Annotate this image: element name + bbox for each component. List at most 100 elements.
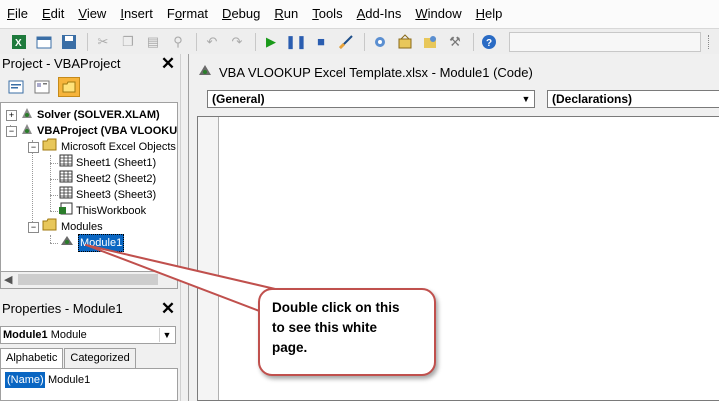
chevron-down-icon[interactable]: ▼ bbox=[519, 92, 533, 106]
project-panel-close-icon[interactable]: ✕ bbox=[160, 55, 176, 73]
menu-edit[interactable]: Edit bbox=[35, 0, 71, 28]
tree-item-excel-objects[interactable]: − Microsoft Excel Objects bbox=[28, 138, 176, 156]
tree-item-sheet3[interactable]: Sheet3 (Sheet3) bbox=[59, 186, 157, 203]
paste-icon[interactable]: ▤ bbox=[142, 32, 164, 52]
properties-object-select[interactable]: Module1 Module ▼ bbox=[0, 326, 176, 344]
tree-item-label: Modules bbox=[61, 221, 103, 233]
panel-splitter[interactable] bbox=[180, 54, 188, 401]
run-icon[interactable]: ▶ bbox=[260, 32, 282, 52]
tab-categorized[interactable]: Categorized bbox=[64, 348, 136, 369]
pause-icon[interactable]: ❚❚ bbox=[285, 32, 307, 52]
undo-icon[interactable]: ↶ bbox=[201, 32, 223, 52]
help-icon[interactable]: ? bbox=[478, 32, 500, 52]
object-combo-value: (General) bbox=[212, 92, 265, 106]
excel-view-icon[interactable]: X bbox=[8, 32, 30, 52]
menu-run[interactable]: Run bbox=[267, 0, 305, 28]
design-mode-icon[interactable] bbox=[335, 32, 357, 52]
folder-open-icon bbox=[42, 218, 58, 236]
project-tree: + Solver (SOLVER.XLAM) − VBAProject (VBA… bbox=[0, 102, 178, 272]
collapse-icon[interactable]: − bbox=[28, 141, 39, 153]
tree-item-vbaproject[interactable]: − VBAProject (VBA VLOOKU bbox=[6, 123, 177, 139]
callout-line: page. bbox=[272, 340, 308, 355]
menu-window[interactable]: Window bbox=[408, 0, 468, 28]
menu-debug[interactable]: Debug bbox=[215, 0, 267, 28]
callout-line: Double click on this bbox=[272, 300, 400, 315]
scroll-left-icon[interactable]: ◀ bbox=[4, 273, 12, 286]
tree-item-label: Microsoft Excel Objects bbox=[61, 141, 176, 153]
toggle-folders-icon[interactable] bbox=[58, 77, 80, 97]
collapse-icon[interactable]: − bbox=[28, 221, 39, 233]
svg-text:X: X bbox=[15, 38, 22, 49]
object-name: Module1 bbox=[3, 329, 48, 341]
menu-insert[interactable]: Insert bbox=[113, 0, 160, 28]
menu-file[interactable]: File bbox=[0, 0, 35, 28]
code-margin-bar[interactable] bbox=[198, 117, 219, 400]
tree-item-thisworkbook[interactable]: ThisWorkbook bbox=[59, 202, 147, 220]
toolbar-separator bbox=[473, 32, 474, 51]
folder-open-icon bbox=[42, 138, 58, 156]
project-explorer-icon[interactable] bbox=[369, 32, 391, 52]
insert-userform-icon[interactable] bbox=[33, 32, 55, 52]
properties-panel-title: Properties - Module1 bbox=[2, 301, 123, 316]
object-type: Module bbox=[50, 329, 87, 341]
scroll-thumb[interactable] bbox=[18, 274, 158, 285]
object-browser-icon[interactable] bbox=[419, 32, 441, 52]
property-name: (Name) bbox=[5, 372, 45, 388]
tree-item-sheet2[interactable]: Sheet2 (Sheet2) bbox=[59, 170, 157, 187]
properties-panel-header: Properties - Module1 ✕ bbox=[0, 299, 180, 319]
view-code-icon[interactable] bbox=[6, 78, 26, 96]
toolbar-separator bbox=[196, 32, 197, 51]
toolbar-separator bbox=[255, 32, 256, 51]
properties-tabs: Alphabetic Categorized bbox=[0, 348, 137, 369]
project-panel-toolbar bbox=[0, 74, 180, 100]
menu-help[interactable]: Help bbox=[469, 0, 510, 28]
menu-view[interactable]: View bbox=[71, 0, 113, 28]
properties-window-icon[interactable] bbox=[394, 32, 416, 52]
tree-item-label: Sheet2 (Sheet2) bbox=[76, 173, 157, 185]
find-icon[interactable]: ⚲ bbox=[167, 32, 189, 52]
property-row[interactable]: (Name) Module1 bbox=[5, 372, 90, 388]
collapse-icon[interactable]: − bbox=[6, 125, 17, 137]
workbook-icon bbox=[59, 202, 73, 220]
tree-item-label: ThisWorkbook bbox=[76, 205, 147, 217]
procedure-combo[interactable]: (Declarations) bbox=[547, 90, 719, 108]
menu-format[interactable]: Format bbox=[160, 0, 215, 28]
view-object-icon[interactable] bbox=[32, 78, 52, 96]
svg-text:?: ? bbox=[486, 38, 492, 49]
tree-item-label: Module1 bbox=[78, 234, 125, 252]
module-icon bbox=[59, 234, 75, 252]
cut-icon[interactable]: ✂ bbox=[92, 32, 114, 52]
menu-tools[interactable]: Tools bbox=[305, 0, 349, 28]
toolbar-grip[interactable] bbox=[708, 35, 715, 49]
properties-panel-close-icon[interactable]: ✕ bbox=[160, 300, 176, 318]
reset-icon[interactable]: ■ bbox=[310, 32, 332, 52]
properties-grid: (Name) Module1 bbox=[0, 368, 178, 401]
toolbar-separator bbox=[87, 32, 88, 51]
module-icon bbox=[197, 62, 213, 84]
tree-item-label: Solver (SOLVER.XLAM) bbox=[37, 109, 160, 121]
tree-item-label: VBAProject (VBA VLOOKU bbox=[37, 125, 178, 137]
line-column-indicator bbox=[509, 31, 701, 52]
project-panel-header: Project - VBAProject ✕ bbox=[0, 54, 180, 74]
code-window-title: VBA VLOOKUP Excel Template.xlsx - Module… bbox=[219, 65, 533, 80]
toolbar-separator bbox=[364, 32, 365, 51]
tree-item-sheet1[interactable]: Sheet1 (Sheet1) bbox=[59, 154, 156, 171]
redo-icon[interactable]: ↷ bbox=[226, 32, 248, 52]
project-panel-title: Project - VBAProject bbox=[2, 56, 121, 71]
object-combo[interactable]: (General) ▼ bbox=[207, 90, 535, 108]
expand-icon[interactable]: + bbox=[6, 109, 17, 121]
property-value[interactable]: Module1 bbox=[45, 372, 90, 388]
tree-item-label: Sheet3 (Sheet3) bbox=[76, 189, 157, 201]
tab-alphabetic[interactable]: Alphabetic bbox=[0, 348, 64, 369]
project-tree-hscrollbar[interactable]: ◀ bbox=[0, 272, 178, 289]
menu-addins[interactable]: Add-Ins bbox=[350, 0, 409, 28]
tree-item-modules[interactable]: − Modules bbox=[28, 218, 103, 236]
chevron-down-icon[interactable]: ▼ bbox=[159, 328, 174, 342]
save-icon[interactable] bbox=[58, 32, 80, 52]
tree-item-module1[interactable]: Module1 bbox=[59, 234, 125, 252]
callout-box: Double click on this to see this white p… bbox=[258, 288, 436, 376]
copy-icon[interactable]: ❐ bbox=[117, 32, 139, 52]
callout-line: to see this white bbox=[272, 320, 378, 335]
standard-toolbar: X ✂ ❐ ▤ ⚲ ↶ ↷ ▶ ❚❚ ■ ⚒ ? bbox=[0, 28, 719, 54]
toolbox-icon[interactable]: ⚒ bbox=[444, 32, 466, 52]
